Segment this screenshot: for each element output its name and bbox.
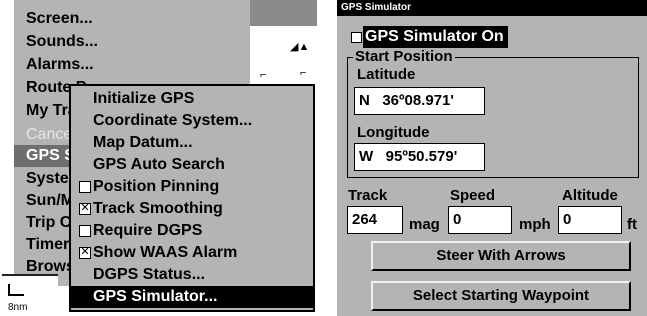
submenu-item-label: Initialize GPS — [93, 90, 195, 107]
submenu-item-position-pinning[interactable]: Position Pinning — [71, 176, 313, 198]
menu-item-screen[interactable]: Screen... — [26, 8, 246, 30]
steer-with-arrows-button[interactable]: Steer With Arrows — [371, 241, 631, 271]
start-position-legend: Start Position — [353, 48, 455, 66]
gps-setup-submenu: Initialize GPS Coordinate System... Map … — [69, 84, 315, 312]
speed-input[interactable]: 0 — [448, 206, 512, 234]
scale-bar-icon — [8, 284, 24, 296]
select-starting-waypoint-button[interactable]: Select Starting Waypoint — [371, 281, 631, 311]
dialog-title: GPS Simulator — [337, 0, 647, 16]
checkbox-unchecked-icon[interactable] — [79, 181, 91, 193]
submenu-item-track-smoothing[interactable]: ✕ Track Smoothing — [71, 198, 313, 220]
submenu-item-require-dgps[interactable]: Require DGPS — [71, 220, 313, 242]
checkbox-unchecked-icon[interactable] — [79, 225, 91, 237]
submenu-item-label: Position Pinning — [93, 178, 220, 195]
map-feature-icon: ⌐ — [300, 67, 307, 79]
map-feature-icon: ⌐ — [260, 69, 267, 81]
longitude-input[interactable]: W 95º50.579' — [354, 143, 485, 171]
track-label: Track — [348, 187, 388, 204]
submenu-item-label: Track Smoothing — [93, 200, 223, 217]
checkbox-unchecked-icon[interactable] — [351, 32, 362, 43]
track-unit: mag — [409, 216, 440, 233]
menu-item-alarms[interactable]: Alarms... — [26, 54, 246, 76]
gps-simulator-dialog: GPS Simulator GPS Simulator On Start Pos… — [337, 0, 647, 316]
submenu-item-label: Map Datum... — [93, 134, 193, 151]
latitude-label: Latitude — [357, 66, 416, 83]
altitude-label: Altitude — [562, 187, 618, 204]
submenu-item-coordinate-system[interactable]: Coordinate System... — [71, 110, 313, 132]
checkbox-checked-icon[interactable]: ✕ — [79, 247, 91, 259]
submenu-item-label: Coordinate System... — [93, 112, 253, 129]
menu-screen: ◢▲ ⌐ ⌐ Screen... Sounds... Alarms... Rou… — [0, 0, 317, 316]
speed-label: Speed — [450, 187, 496, 204]
latitude-input[interactable]: N 36º08.971' — [354, 87, 485, 115]
submenu-item-label: GPS Auto Search — [93, 156, 225, 173]
submenu-item-map-datum[interactable]: Map Datum... — [71, 132, 313, 154]
longitude-label: Longitude — [357, 124, 430, 141]
submenu-item-label: Show WAAS Alarm — [93, 244, 238, 261]
map-marker-icon: ◢▲ — [290, 41, 310, 53]
submenu-item-label: DGPS Status... — [93, 266, 206, 283]
menu-item-sounds[interactable]: Sounds... — [26, 31, 246, 53]
submenu-item-label: GPS Simulator... — [93, 288, 218, 305]
gps-simulator-toggle-label: GPS Simulator On — [363, 26, 508, 48]
submenu-item-label: Require DGPS — [93, 222, 203, 239]
submenu-item-gps-auto-search[interactable]: GPS Auto Search — [71, 154, 313, 176]
map-scale-indicator: 8nm — [2, 274, 58, 316]
submenu-item-initialize-gps[interactable]: Initialize GPS — [71, 88, 313, 110]
speed-unit: mph — [519, 216, 551, 233]
submenu-item-gps-simulator[interactable]: GPS Simulator... — [71, 286, 313, 308]
submenu-item-show-waas-alarm[interactable]: ✕ Show WAAS Alarm — [71, 242, 313, 264]
track-input[interactable]: 264 — [347, 206, 403, 234]
altitude-unit: ft — [627, 216, 637, 233]
altitude-input[interactable]: 0 — [558, 206, 622, 234]
checkbox-checked-icon[interactable]: ✕ — [79, 203, 91, 215]
submenu-item-dgps-status[interactable]: DGPS Status... — [71, 264, 313, 286]
map-header-bar — [250, 0, 317, 26]
map-scale-label: 8nm — [8, 302, 28, 313]
